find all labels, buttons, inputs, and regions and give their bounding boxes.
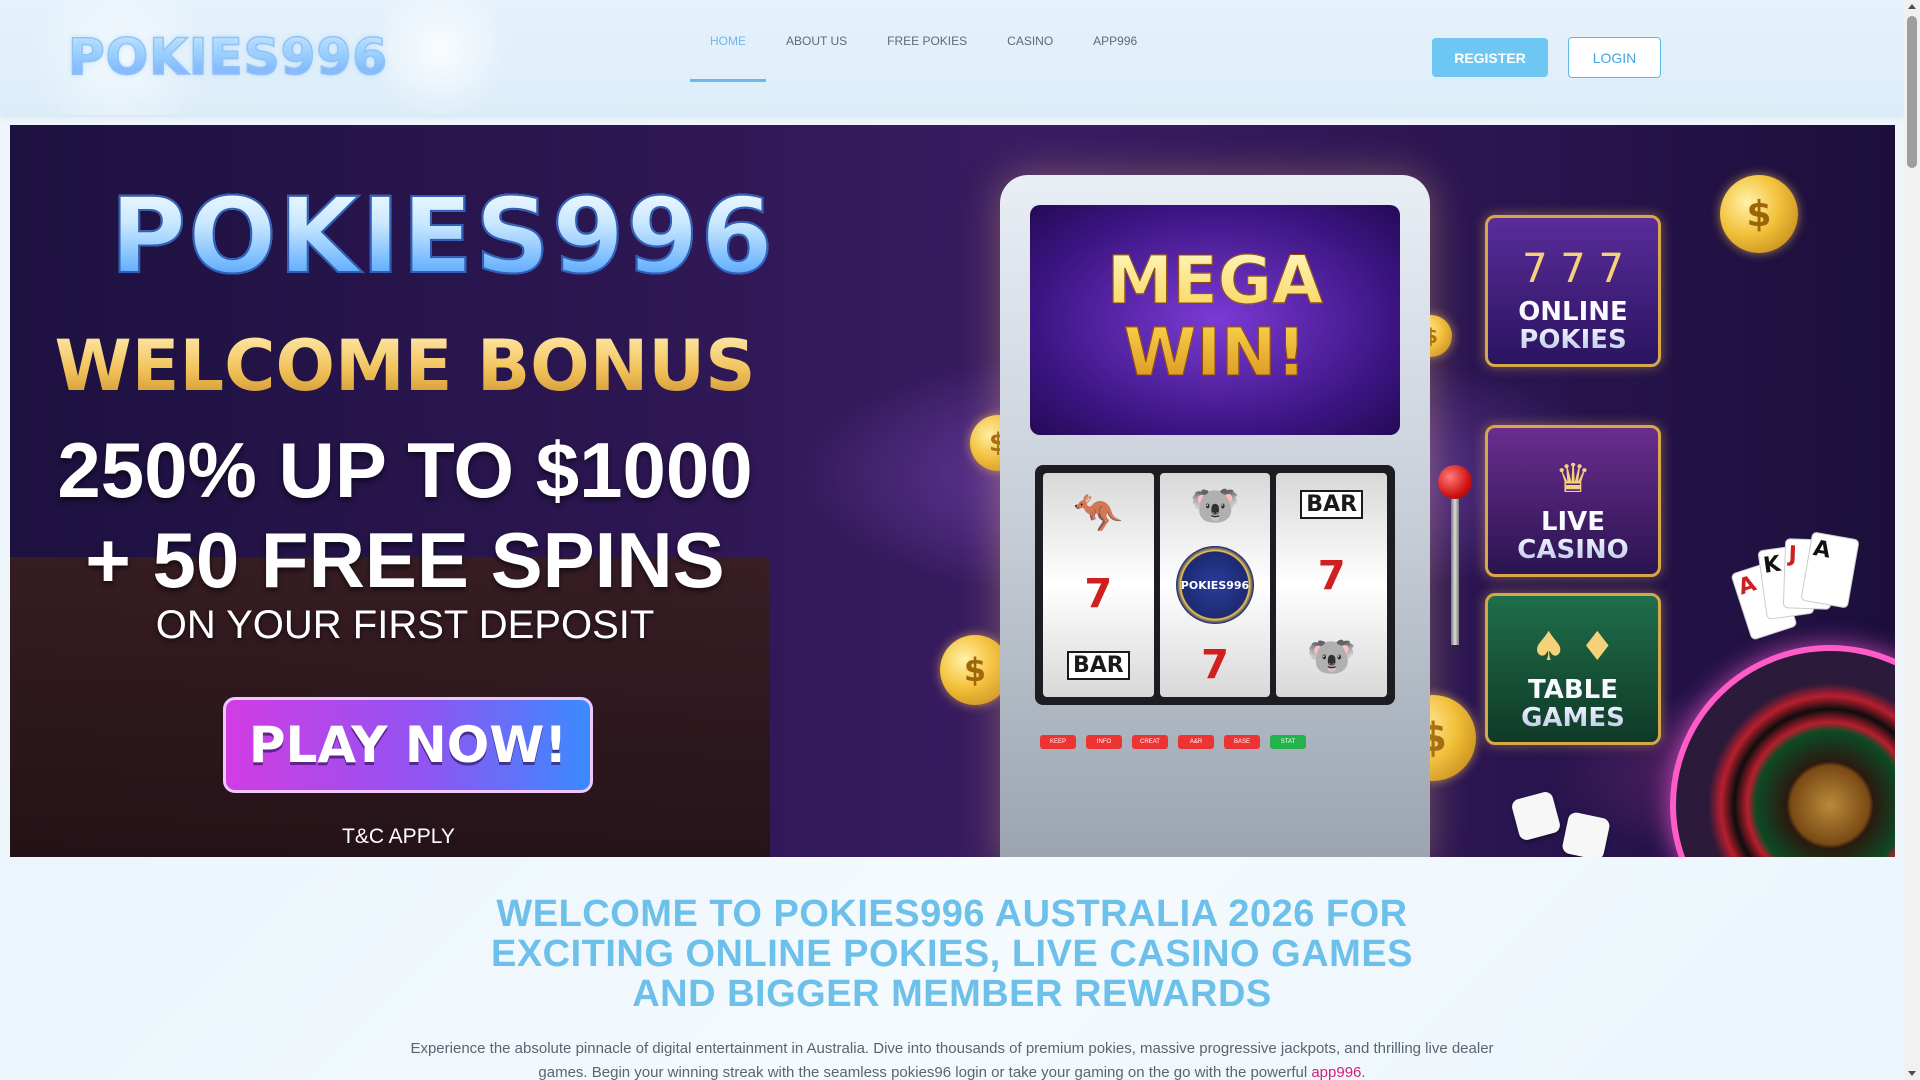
koala-symbol-icon: 🐨	[1306, 634, 1357, 680]
nav-about-us[interactable]: ABOUT US	[766, 0, 867, 82]
mega-win-text: MEGA WIN!	[1030, 242, 1400, 391]
slot-button: A&R	[1178, 735, 1214, 749]
offer-line-2: + 50 FREE SPINS	[85, 516, 725, 604]
login-button[interactable]: LOGIN	[1568, 37, 1661, 78]
welcome-heading: WELCOME TO POKIES996 AUSTRALIA 2026 FOR …	[490, 893, 1414, 1015]
main-nav: HOME ABOUT US FREE POKIES CASINO APP996	[690, 0, 1157, 82]
slot-button: CREAT	[1132, 735, 1168, 749]
live-casino-card[interactable]: ♛ LIVE CASINO	[1485, 425, 1661, 577]
bar-symbol: BAR	[1066, 651, 1130, 680]
offer-line-1: 250% UP TO $1000	[57, 426, 753, 514]
slot-button: STAT	[1270, 735, 1306, 749]
card-label-line: CASINO	[1517, 535, 1629, 565]
slot-777-icon: 7 7 7	[1522, 246, 1624, 292]
mega-win-line-1: MEGA	[1106, 242, 1323, 319]
slot-button: INFO	[1086, 735, 1122, 749]
online-pokies-card[interactable]: 7 7 7 ONLINE POKIES	[1485, 215, 1661, 367]
slot-lever	[1451, 495, 1459, 645]
card-label-line: TABLE	[1528, 675, 1618, 705]
welcome-section: WELCOME TO POKIES996 AUSTRALIA 2026 FOR …	[0, 857, 1904, 1080]
koala-symbol-icon: 🐨	[1190, 482, 1240, 529]
reel-1: 🦘 7 BAR	[1043, 473, 1154, 697]
dealer-icon: ♛	[1555, 456, 1591, 502]
terms-apply-text: T&C APPLY	[342, 825, 455, 848]
welcome-paragraph: Experience the absolute pinnacle of digi…	[386, 1037, 1518, 1080]
slot-machine-illustration: MEGA WIN! 🦘 7 BAR 🐨 POKIES996 7 BAR 7 🐨 …	[1000, 175, 1430, 857]
nav-app996[interactable]: APP996	[1073, 0, 1157, 82]
pokies996-chip-symbol: POKIES996	[1176, 546, 1254, 625]
seven-symbol: 7	[1201, 642, 1229, 689]
dice-icon	[1561, 811, 1611, 857]
playing-cards-icon: ♠ ♦	[1530, 624, 1616, 670]
page-scrollbar[interactable]	[1904, 0, 1920, 1080]
play-now-button[interactable]: PLAY NOW!	[223, 697, 593, 793]
online-pokies-label: ONLINE POKIES	[1518, 298, 1628, 354]
slot-button: BASE	[1224, 735, 1260, 749]
dice-icon	[1510, 790, 1562, 842]
nav-home[interactable]: HOME	[690, 0, 766, 82]
bar-symbol: BAR	[1300, 490, 1364, 519]
slot-buttons: KEEP INFO CREAT A&R BASE STAT	[1040, 735, 1306, 749]
nav-free-pokies[interactable]: FREE POKIES	[867, 0, 987, 82]
scroll-down-arrow-icon[interactable]	[1908, 1071, 1916, 1076]
mega-win-line-2: WIN!	[1123, 314, 1307, 391]
nav-casino[interactable]: CASINO	[987, 0, 1073, 82]
seven-symbol: 7	[1084, 571, 1113, 617]
banner-brand-title: POKIES996	[109, 174, 775, 298]
gold-coin-icon: $	[1720, 175, 1798, 253]
slot-screen: MEGA WIN!	[1030, 205, 1400, 435]
lever-knob-icon	[1438, 465, 1472, 499]
card-label-line: ONLINE	[1518, 297, 1628, 327]
playing-cards-decoration: A K J A	[1730, 531, 1860, 655]
roulette-wheel-icon	[1670, 645, 1895, 857]
paragraph-end: .	[1361, 1064, 1366, 1080]
hero-banner[interactable]: POKIES996 WELCOME BONUS 250% UP TO $1000…	[10, 125, 1895, 857]
site-logo[interactable]: POKIES996	[67, 27, 388, 87]
bonus-offer-text: 250% UP TO $1000 + 50 FREE SPINS	[10, 425, 800, 605]
scrollbar-thumb[interactable]	[1907, 16, 1917, 168]
first-deposit-text: ON YOUR FIRST DEPOSIT	[155, 603, 655, 647]
reel-2: 🐨 POKIES996 7	[1159, 473, 1271, 697]
table-games-label: TABLE GAMES	[1521, 676, 1625, 732]
card-label-line: LIVE	[1540, 507, 1606, 537]
slot-button: KEEP	[1040, 735, 1076, 749]
kangaroo-symbol-icon: 🦘	[1073, 491, 1124, 537]
reel-3: BAR 7 🐨	[1276, 473, 1388, 697]
register-button[interactable]: REGISTER	[1432, 38, 1548, 77]
app996-link[interactable]: app996	[1311, 1064, 1361, 1080]
site-header: POKIES996 HOME ABOUT US FREE POKIES CASI…	[0, 0, 1904, 115]
scroll-up-arrow-icon[interactable]	[1908, 4, 1916, 9]
welcome-bonus-heading: WELCOME BONUS	[10, 325, 800, 407]
live-casino-label: LIVE CASINO	[1517, 508, 1628, 564]
card-label-line: POKIES	[1519, 325, 1627, 355]
card-label-line: GAMES	[1521, 703, 1625, 733]
seven-symbol: 7	[1317, 553, 1346, 599]
slot-reels: 🦘 7 BAR 🐨 POKIES996 7 BAR 7 🐨	[1035, 465, 1395, 705]
table-games-card[interactable]: ♠ ♦ TABLE GAMES	[1485, 593, 1661, 745]
